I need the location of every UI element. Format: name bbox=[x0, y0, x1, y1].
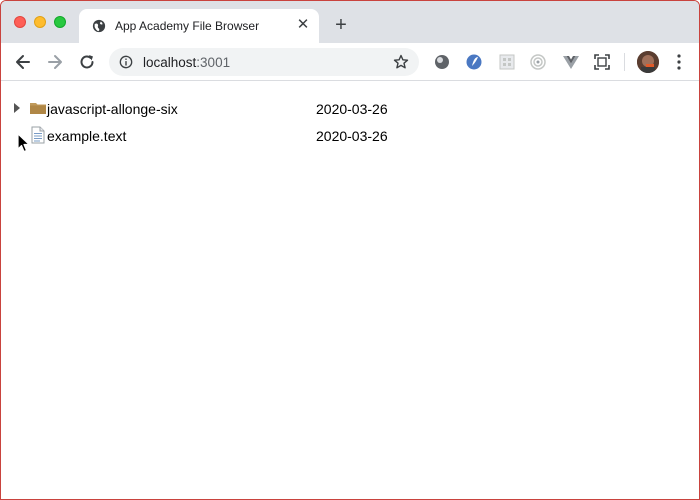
file-date: 2020-03-26 bbox=[316, 101, 388, 117]
minimize-window-button[interactable] bbox=[34, 16, 46, 28]
extension-blue-icon[interactable] bbox=[465, 53, 483, 71]
screenshot-icon[interactable] bbox=[593, 53, 611, 71]
address-url[interactable]: localhost:3001 bbox=[143, 55, 230, 70]
text-file-icon bbox=[31, 126, 45, 144]
zoom-window-button[interactable] bbox=[54, 16, 66, 28]
url-port: :3001 bbox=[196, 55, 231, 70]
profile-avatar[interactable] bbox=[637, 51, 659, 73]
extension-vue-icon[interactable] bbox=[562, 53, 580, 71]
reload-icon[interactable] bbox=[77, 52, 97, 72]
info-icon[interactable] bbox=[119, 55, 133, 69]
extension-target-icon[interactable] bbox=[529, 53, 547, 71]
new-tab-button[interactable]: + bbox=[331, 15, 351, 35]
file-date: 2020-03-26 bbox=[316, 128, 388, 144]
back-arrow-icon[interactable] bbox=[13, 52, 33, 72]
toolbar-divider bbox=[624, 53, 625, 71]
tab-active[interactable]: App Academy File Browser ✕ bbox=[79, 9, 319, 43]
file-row[interactable]: javascript-allonge-six 2020-03-26 bbox=[1, 98, 699, 120]
address-bar[interactable]: localhost:3001 bbox=[109, 48, 419, 76]
tab-title: App Academy File Browser bbox=[115, 19, 260, 33]
extension-circle-icon[interactable] bbox=[433, 53, 451, 71]
file-name[interactable]: javascript-allonge-six bbox=[47, 101, 178, 117]
expand-caret-icon[interactable] bbox=[14, 103, 20, 113]
more-vertical-icon[interactable] bbox=[677, 54, 681, 70]
tab-strip: App Academy File Browser ✕ + bbox=[1, 1, 699, 43]
globe-icon bbox=[92, 19, 106, 33]
mouse-cursor-icon bbox=[17, 133, 30, 153]
avatar-image bbox=[637, 51, 659, 73]
browser-window: App Academy File Browser ✕ + localhost:3… bbox=[0, 0, 700, 500]
page-content: javascript-allonge-six 2020-03-26 exampl… bbox=[1, 81, 699, 499]
url-host: localhost bbox=[143, 55, 197, 70]
star-icon[interactable] bbox=[393, 54, 409, 70]
file-name[interactable]: example.text bbox=[47, 128, 126, 144]
close-tab-icon[interactable]: ✕ bbox=[295, 17, 311, 33]
close-window-button[interactable] bbox=[14, 16, 26, 28]
folder-icon bbox=[30, 103, 46, 114]
forward-arrow-icon[interactable] bbox=[45, 52, 65, 72]
extension-grid-icon[interactable] bbox=[498, 53, 516, 71]
file-row[interactable]: example.text 2020-03-26 bbox=[1, 125, 699, 147]
browser-toolbar: localhost:3001 bbox=[1, 43, 699, 81]
